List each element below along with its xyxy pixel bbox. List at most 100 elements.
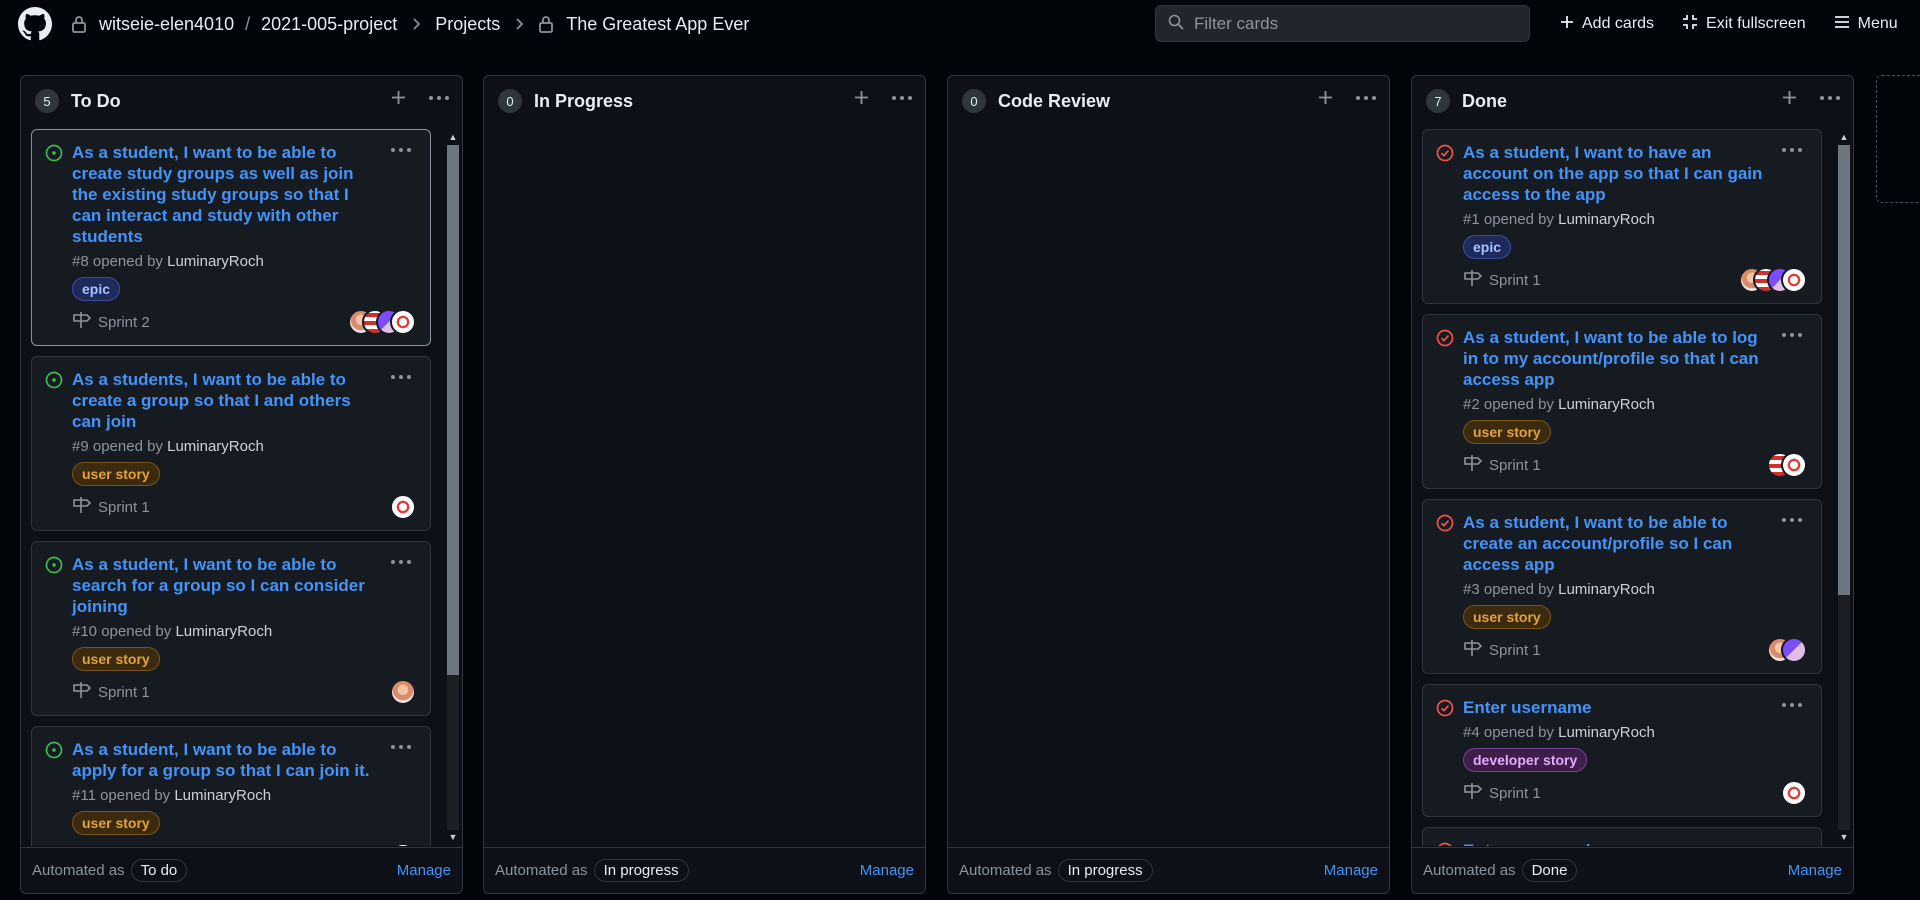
opened-by-text: opened by (1483, 724, 1554, 741)
label-badge[interactable]: epic (72, 277, 121, 301)
opened-by-text: opened by (92, 438, 163, 455)
card-menu-kebab-icon[interactable] (1781, 695, 1803, 712)
scroll-thumb[interactable] (1838, 145, 1850, 595)
milestone[interactable]: Sprint 2 (72, 311, 150, 333)
filter-cards-box[interactable] (1155, 5, 1530, 42)
issue-card[interactable]: As a student, I want to be able to creat… (1422, 499, 1822, 674)
issue-card[interactable]: As a students, I want to be able to crea… (31, 356, 431, 531)
manage-automation-link[interactable]: Manage (1788, 862, 1842, 879)
avatar[interactable] (1781, 452, 1807, 478)
manage-automation-link[interactable]: Manage (1324, 862, 1378, 879)
card-title-link[interactable]: As a students, I want to be able to crea… (72, 369, 416, 432)
add-column-placeholder[interactable] (1876, 75, 1920, 203)
column-scrollbar[interactable]: ▲ ▼ (444, 129, 460, 846)
issue-open-icon (45, 144, 63, 162)
manage-automation-link[interactable]: Manage (397, 862, 451, 879)
owner-link[interactable]: witseie-elen4010 (99, 14, 234, 35)
repo-link[interactable]: 2021-005-project (261, 14, 397, 35)
author-link[interactable]: LuminaryRoch (167, 253, 264, 270)
milestone[interactable]: Sprint 1 (72, 845, 150, 846)
label-badge[interactable]: user story (72, 811, 160, 835)
manage-automation-link[interactable]: Manage (860, 862, 914, 879)
milestone[interactable]: Sprint 1 (72, 681, 150, 703)
scroll-thumb[interactable] (447, 145, 459, 675)
avatar[interactable] (390, 494, 416, 520)
milestone[interactable]: Sprint 1 (1463, 454, 1541, 476)
column-code-review: 0 Code Review Automated as In progress Manag… (947, 75, 1390, 894)
label-badge[interactable]: user story (72, 462, 160, 486)
github-logo-icon[interactable] (18, 7, 52, 41)
card-title-link[interactable]: As a student, I want to be able to apply… (72, 739, 416, 781)
column-title: In Progress (534, 90, 634, 111)
add-card-plus-icon[interactable] (1782, 90, 1797, 105)
issue-card[interactable]: As a student, I want to be able to creat… (31, 129, 431, 346)
column-scrollbar[interactable]: ▲ ▼ (1835, 129, 1851, 846)
card-menu-kebab-icon[interactable] (390, 367, 412, 384)
author-link[interactable]: LuminaryRoch (1558, 724, 1655, 741)
card-title-link[interactable]: As a student, I want to be able to searc… (72, 554, 416, 617)
label-badge[interactable]: user story (1463, 605, 1551, 629)
menu-button[interactable]: Menu (1834, 15, 1898, 34)
scroll-up-arrow-icon[interactable]: ▲ (1839, 132, 1849, 142)
column-menu-kebab-icon[interactable] (1819, 95, 1841, 101)
column-cards: As a student, I want to be able to creat… (31, 129, 431, 846)
avatar[interactable] (1781, 637, 1807, 663)
column-menu-kebab-icon[interactable] (1355, 95, 1377, 101)
issue-card[interactable]: As a student, I want to have an account … (1422, 129, 1822, 304)
milestone[interactable]: Sprint 1 (1463, 782, 1541, 804)
column-cards (494, 129, 894, 846)
projects-link[interactable]: Projects (435, 14, 500, 35)
milestone[interactable]: Sprint 1 (1463, 639, 1541, 661)
card-menu-kebab-icon[interactable] (1781, 838, 1803, 846)
column-menu-kebab-icon[interactable] (891, 95, 913, 101)
author-link[interactable]: LuminaryRoch (174, 787, 271, 804)
issue-card[interactable]: As a student, I want to be able to apply… (31, 726, 431, 846)
issue-card[interactable]: Enter username #4 opened by LuminaryRoch d… (1422, 684, 1822, 817)
author-link[interactable]: LuminaryRoch (1558, 211, 1655, 228)
card-menu-kebab-icon[interactable] (1781, 140, 1803, 157)
label-badge[interactable]: user story (72, 647, 160, 671)
card-title-link[interactable]: Enter password (1463, 840, 1807, 846)
scroll-up-arrow-icon[interactable]: ▲ (448, 132, 458, 142)
card-title-link[interactable]: As a student, I want to be able to creat… (72, 142, 416, 247)
label-badge[interactable]: developer story (1463, 748, 1588, 772)
scroll-down-arrow-icon[interactable]: ▼ (448, 832, 458, 842)
card-menu-kebab-icon[interactable] (390, 140, 412, 157)
card-menu-kebab-icon[interactable] (1781, 510, 1803, 527)
filter-cards-input[interactable] (1194, 13, 1514, 34)
card-title-link[interactable]: As a student, I want to be able to log i… (1463, 327, 1807, 390)
card-footer: Sprint 2 (72, 309, 416, 335)
issue-card[interactable]: As a student, I want to be able to log i… (1422, 314, 1822, 489)
add-card-plus-icon[interactable] (854, 90, 869, 105)
label-badge[interactable]: user story (1463, 420, 1551, 444)
assignee-avatars (348, 309, 416, 335)
card-menu-kebab-icon[interactable] (390, 552, 412, 569)
issue-card[interactable]: As a student, I want to be able to searc… (31, 541, 431, 716)
card-menu-kebab-icon[interactable] (1781, 325, 1803, 342)
issue-card[interactable]: Enter password (1422, 827, 1822, 846)
avatar[interactable] (1781, 780, 1807, 806)
column-title: Done (1462, 90, 1507, 111)
author-link[interactable]: LuminaryRoch (167, 438, 264, 455)
author-link[interactable]: LuminaryRoch (1558, 396, 1655, 413)
add-card-plus-icon[interactable] (391, 90, 406, 105)
avatar[interactable] (390, 309, 416, 335)
milestone[interactable]: Sprint 1 (72, 496, 150, 518)
add-cards-button[interactable]: Add cards (1560, 15, 1654, 34)
avatar[interactable] (390, 679, 416, 705)
exit-fullscreen-button[interactable]: Exit fullscreen (1682, 14, 1806, 35)
label-badge[interactable]: epic (1463, 235, 1512, 259)
avatar[interactable] (390, 843, 416, 846)
card-title-link[interactable]: As a student, I want to have an account … (1463, 142, 1807, 205)
card-title-link[interactable]: As a student, I want to be able to creat… (1463, 512, 1807, 575)
avatar[interactable] (1781, 267, 1807, 293)
milestone-icon (72, 496, 92, 518)
author-link[interactable]: LuminaryRoch (1558, 581, 1655, 598)
card-menu-kebab-icon[interactable] (390, 737, 412, 754)
card-title-link[interactable]: Enter username (1463, 697, 1807, 718)
column-menu-kebab-icon[interactable] (428, 95, 450, 101)
add-card-plus-icon[interactable] (1318, 90, 1333, 105)
scroll-down-arrow-icon[interactable]: ▼ (1839, 832, 1849, 842)
milestone[interactable]: Sprint 1 (1463, 269, 1541, 291)
author-link[interactable]: LuminaryRoch (175, 623, 272, 640)
